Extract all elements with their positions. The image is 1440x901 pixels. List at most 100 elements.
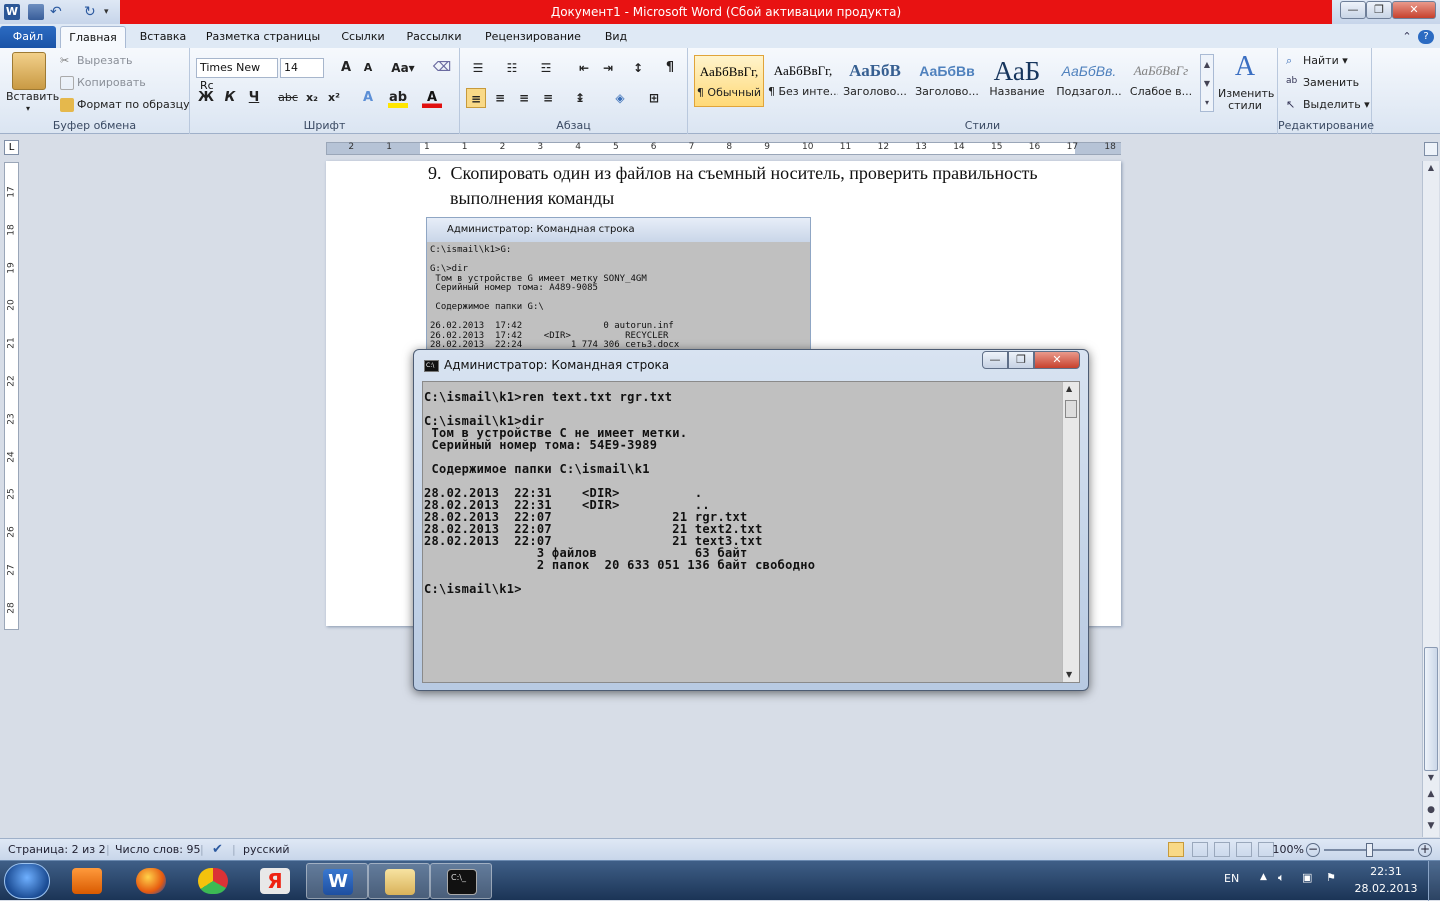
tab-selector-icon[interactable]: L: [4, 140, 19, 155]
font-color-icon[interactable]: A: [422, 88, 442, 108]
change-case-icon[interactable]: Aa▾: [390, 58, 416, 78]
taskbar-firefox[interactable]: [120, 863, 182, 899]
minimize-button[interactable]: —: [1340, 1, 1366, 19]
format-painter-button[interactable]: Формат по образцу: [60, 98, 190, 112]
taskbar-word[interactable]: W: [306, 863, 368, 899]
bullets-icon[interactable]: ☰: [468, 58, 488, 78]
styles-scroll-icon[interactable]: ▲ ▼ ▾: [1200, 54, 1214, 112]
cmd-maximize-button[interactable]: ❐: [1008, 351, 1034, 369]
clear-format-icon[interactable]: ⌫: [432, 58, 452, 78]
scroll-down-icon[interactable]: ▼: [1425, 773, 1437, 783]
sort-icon[interactable]: ↕: [628, 58, 648, 78]
tab-page-layout[interactable]: Разметка страницы: [200, 26, 326, 48]
tab-file[interactable]: Файл: [0, 26, 56, 48]
show-desktop-button[interactable]: [1428, 861, 1440, 901]
document-scrollbar[interactable]: ▲ ▼ ▲ ● ▼: [1422, 161, 1439, 837]
taskbar-yandex[interactable]: Я: [244, 863, 306, 899]
cmd-scroll-up-icon[interactable]: ▲: [1066, 384, 1072, 393]
qat-dropdown-icon[interactable]: ▾: [104, 4, 120, 20]
minimize-ribbon-icon[interactable]: ⌃: [1400, 26, 1414, 48]
cut-button[interactable]: ✂ Вырезать: [60, 54, 132, 68]
font-size-combo[interactable]: 14: [280, 58, 324, 78]
zoom-out-icon[interactable]: −: [1306, 843, 1320, 857]
style-subtle-emphasis[interactable]: АаБбВвГг Слабое в...: [1126, 55, 1196, 107]
cmd-window[interactable]: C:\ Администратор: Командная строка — ❐ …: [413, 349, 1089, 691]
word-count[interactable]: Число слов: 95: [115, 839, 201, 861]
style-heading1[interactable]: АаБбВ Заголово...: [840, 55, 910, 107]
outline-view-icon[interactable]: [1236, 842, 1252, 857]
horizontal-ruler[interactable]: 2 1 1 1 2 3 4 5 6 7 8 9 10 11 12 13 14 15 16 17 18: [326, 142, 1121, 155]
style-title[interactable]: АаБ Название: [982, 55, 1052, 107]
maximize-button[interactable]: ❐: [1366, 1, 1392, 19]
vertical-ruler[interactable]: 17 18 19 20 21 22 23 24 25 26 27 28: [4, 162, 19, 630]
shrink-font-icon[interactable]: A: [358, 58, 378, 78]
web-layout-icon[interactable]: [1214, 842, 1230, 857]
tab-view[interactable]: Вид: [596, 26, 636, 48]
redo-icon[interactable]: ↻: [84, 4, 100, 20]
tab-insert[interactable]: Вставка: [134, 26, 192, 48]
taskbar-media-player[interactable]: [56, 863, 118, 899]
action-center-icon[interactable]: ⚑: [1326, 871, 1336, 884]
network-icon[interactable]: ▣: [1302, 871, 1312, 884]
style-normal[interactable]: АаБбВвГг, ¶ Обычный: [694, 55, 764, 107]
language-indicator[interactable]: русский: [243, 839, 290, 861]
change-styles-button[interactable]: Изменить стили: [1218, 88, 1274, 112]
show-marks-icon[interactable]: ¶: [660, 58, 680, 78]
italic-button[interactable]: К: [220, 88, 240, 108]
save-icon[interactable]: [28, 4, 44, 20]
select-button[interactable]: ↖ Выделить ▾: [1286, 98, 1370, 112]
line-spacing-icon[interactable]: ↨: [570, 88, 590, 108]
prev-page-icon[interactable]: ▲: [1425, 789, 1437, 801]
replace-button[interactable]: ab Заменить: [1286, 76, 1359, 90]
cmd-scrollbar[interactable]: ▲ ▼: [1062, 382, 1079, 682]
input-language[interactable]: EN: [1224, 872, 1239, 885]
paste-icon[interactable]: [12, 52, 46, 90]
paste-dropdown-icon[interactable]: ▾: [26, 104, 30, 113]
grow-font-icon[interactable]: A: [336, 58, 356, 78]
page-indicator[interactable]: Страница: 2 из 2: [8, 839, 106, 861]
clock-time[interactable]: 22:31: [1360, 865, 1412, 878]
justify-icon[interactable]: ≡: [538, 88, 558, 108]
multilevel-list-icon[interactable]: ☲: [536, 58, 556, 78]
cmd-close-button[interactable]: ✕: [1034, 351, 1080, 369]
tab-review[interactable]: Рецензирование: [478, 26, 588, 48]
font-name-combo[interactable]: Times New Rc: [196, 58, 278, 92]
zoom-in-icon[interactable]: +: [1418, 843, 1432, 857]
tray-expand-icon[interactable]: ▲: [1260, 872, 1267, 882]
find-button[interactable]: ⌕ Найти ▾: [1286, 54, 1348, 68]
cmd-minimize-button[interactable]: —: [982, 351, 1008, 369]
tab-references[interactable]: Ссылки: [334, 26, 392, 48]
volume-icon[interactable]: 🔈︎: [1278, 871, 1285, 885]
underline-button[interactable]: Ч: [244, 88, 264, 108]
align-center-icon[interactable]: ≡: [490, 88, 510, 108]
paste-button[interactable]: Вставить: [6, 90, 59, 103]
undo-icon[interactable]: ↶: [50, 4, 66, 20]
borders-icon[interactable]: ⊞: [644, 88, 664, 108]
taskbar-cmd[interactable]: C:\_: [430, 863, 492, 899]
style-heading2[interactable]: АаБбВв Заголово...: [912, 55, 982, 107]
taskbar-chrome[interactable]: [182, 863, 244, 899]
start-button[interactable]: [4, 863, 50, 899]
word-app-icon[interactable]: W: [4, 4, 20, 20]
proofing-icon[interactable]: ✔: [212, 839, 223, 861]
superscript-icon[interactable]: x²: [324, 88, 344, 108]
zoom-slider-thumb[interactable]: [1366, 843, 1373, 857]
scroll-thumb[interactable]: [1424, 647, 1438, 771]
print-layout-icon[interactable]: [1168, 842, 1184, 857]
style-subtitle[interactable]: АаБбВв. Подзагол...: [1054, 55, 1124, 107]
full-screen-reading-icon[interactable]: [1192, 842, 1208, 857]
cmd-scroll-down-icon[interactable]: ▼: [1066, 670, 1072, 679]
style-no-spacing[interactable]: АаБбВвГг, ¶ Без инте...: [768, 55, 838, 107]
tab-home[interactable]: Главная: [60, 26, 126, 48]
view-ruler-icon[interactable]: [1424, 142, 1438, 156]
decrease-indent-icon[interactable]: ⇤: [574, 58, 594, 78]
clock-date[interactable]: 28.02.2013: [1350, 882, 1422, 895]
align-left-icon[interactable]: ≡: [466, 88, 486, 108]
close-button[interactable]: ✕: [1392, 1, 1436, 19]
align-right-icon[interactable]: ≡: [514, 88, 534, 108]
change-styles-icon[interactable]: A: [1230, 52, 1260, 82]
cmd-scroll-thumb[interactable]: [1065, 400, 1077, 418]
zoom-level[interactable]: 100%: [1268, 839, 1304, 861]
bold-button[interactable]: Ж: [196, 88, 216, 108]
cmd-console[interactable]: C:\ismail\k1>ren text.txt rgr.txt C:\ism…: [422, 381, 1080, 683]
